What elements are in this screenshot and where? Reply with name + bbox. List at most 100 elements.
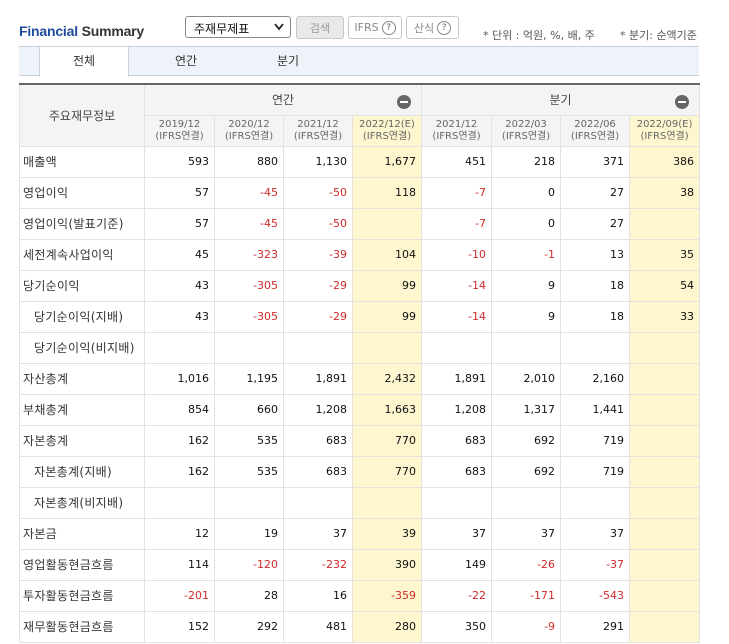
table-cell: 719 [560, 424, 631, 457]
table-cell: 1,441 [560, 393, 631, 426]
table-row: 자본금 12 19 37 39 37 37 37 [19, 517, 701, 550]
table-cell: 854 [144, 393, 215, 426]
table-cell: 692 [491, 424, 562, 457]
collapse-icon[interactable] [675, 95, 690, 109]
tab-all[interactable]: 전체 [39, 47, 129, 77]
table-row: 부채총계 854 660 1,208 1,663 1,208 1,317 1,441 [19, 393, 701, 426]
ifrs-button-label: IFRS [354, 21, 379, 34]
table-cell: 28 [214, 579, 284, 612]
table-cell: 37 [421, 517, 493, 550]
table-row: 세전계속사업이익 45 -323 -39 104 -10 -1 13 35 [19, 238, 701, 271]
period-date: 2022/06 [574, 118, 616, 130]
search-button-label: 검색 [309, 21, 331, 35]
tab-quarterly[interactable]: 분기 [243, 47, 333, 76]
table-cell: 37 [491, 517, 562, 550]
table-cell: 18 [560, 300, 631, 333]
table-cell: 2,160 [560, 362, 631, 395]
table-row: 자본총계(비지배) [19, 486, 701, 519]
table-cell: 33 [629, 300, 701, 333]
table-cell: 19 [214, 517, 284, 550]
table-cell [283, 486, 353, 519]
table-cell [629, 331, 701, 364]
row-label: 당기순이익(비지배) [19, 331, 145, 364]
row-label: 부채총계 [19, 393, 145, 426]
row-label: 자본총계(지배) [19, 455, 145, 488]
row-label: 재무활동현금흐름 [19, 610, 145, 643]
table-cell: 660 [214, 393, 284, 426]
table-cell: -1 [491, 238, 562, 271]
table-row: 재무활동현금흐름 152 292 481 280 350 -9 291 [19, 610, 701, 643]
row-label: 영업이익(발표기준) [19, 207, 145, 240]
table-cell: 1,891 [283, 362, 353, 395]
table-cell: 43 [144, 269, 215, 302]
table-cell: 683 [283, 424, 353, 457]
table-cell [421, 486, 493, 519]
ifrs-help-button[interactable]: IFRS ? [348, 16, 402, 39]
table-cell: 683 [283, 455, 353, 488]
table-cell: 27 [560, 207, 631, 240]
search-button[interactable]: 검색 [296, 16, 344, 39]
table-cell [214, 486, 284, 519]
table-cell: 386 [629, 145, 701, 178]
table-cell: 149 [421, 548, 493, 581]
row-label: 투자활동현금흐름 [19, 579, 145, 612]
table-cell: -37 [560, 548, 631, 581]
table-cell [560, 331, 631, 364]
table-cell: 39 [351, 517, 423, 550]
table-cell: -45 [214, 176, 284, 209]
table-cell: -201 [144, 579, 215, 612]
tab-annual[interactable]: 연간 [141, 47, 231, 76]
collapse-icon[interactable] [397, 95, 412, 109]
table-cell: 683 [421, 424, 493, 457]
table-cell: 535 [214, 424, 284, 457]
period-header: 2022/09(E) (IFRS연결) [629, 114, 701, 147]
table-cell: -232 [283, 548, 353, 581]
table-cell: -120 [214, 548, 284, 581]
table-cell [283, 331, 353, 364]
statement-type-select[interactable]: 주재무제표 [185, 16, 291, 38]
period-date: 2020/12 [228, 118, 270, 130]
period-date: 2022/12(E) [359, 118, 415, 130]
toolbar: Financial Summary 주재무제표 검색 IFRS ? 산식 ? *… [0, 0, 729, 46]
table-cell [629, 424, 701, 457]
question-icon: ? [437, 20, 452, 35]
table-row: 영업이익(발표기준) 57 -45 -50 -7 0 27 [19, 207, 701, 240]
period-basis: (IFRS연결) [432, 130, 481, 142]
title-summary: Summary [77, 23, 145, 39]
quarter-basis-note: * 분기: 순액기준 [620, 29, 697, 42]
table-cell: 162 [144, 424, 215, 457]
table-cell [351, 331, 423, 364]
formula-help-button[interactable]: 산식 ? [406, 16, 459, 39]
table-cell: -26 [491, 548, 562, 581]
period-basis: (IFRS연결) [570, 130, 620, 142]
table-cell: 350 [421, 610, 493, 643]
table-cell: 114 [144, 548, 215, 581]
table-cell: -50 [283, 176, 353, 209]
title-financial: Financial [19, 23, 78, 39]
table-cell [629, 393, 701, 426]
table-cell: -9 [491, 610, 562, 643]
table-cell: 99 [351, 269, 423, 302]
table-cell: 1,317 [491, 393, 562, 426]
period-date: 2021/12 [435, 118, 478, 130]
period-date: 2022/03 [505, 118, 547, 130]
row-label: 당기순이익 [19, 269, 145, 302]
table-cell: 1,195 [214, 362, 284, 395]
table-cell: 291 [560, 610, 631, 643]
table-cell: -50 [283, 207, 353, 240]
table-cell: 770 [351, 455, 423, 488]
table-cell: 1,130 [283, 145, 353, 178]
table-cell: 162 [144, 455, 215, 488]
table-cell: 18 [560, 269, 631, 302]
row-label: 자본총계(비지배) [19, 486, 145, 519]
period-basis: (IFRS연결) [501, 130, 551, 142]
table-cell: 481 [283, 610, 353, 643]
annual-group-header: 연간 [143, 83, 423, 116]
row-label: 영업이익 [19, 176, 145, 209]
table-row: 투자활동현금흐름 -201 28 16 -359 -22 -171 -543 [19, 579, 701, 612]
table-cell: 593 [144, 145, 215, 178]
period-basis: (IFRS연결) [640, 130, 689, 142]
chevron-down-icon [274, 23, 284, 31]
table-cell: -22 [421, 579, 493, 612]
table-cell: 99 [351, 300, 423, 333]
